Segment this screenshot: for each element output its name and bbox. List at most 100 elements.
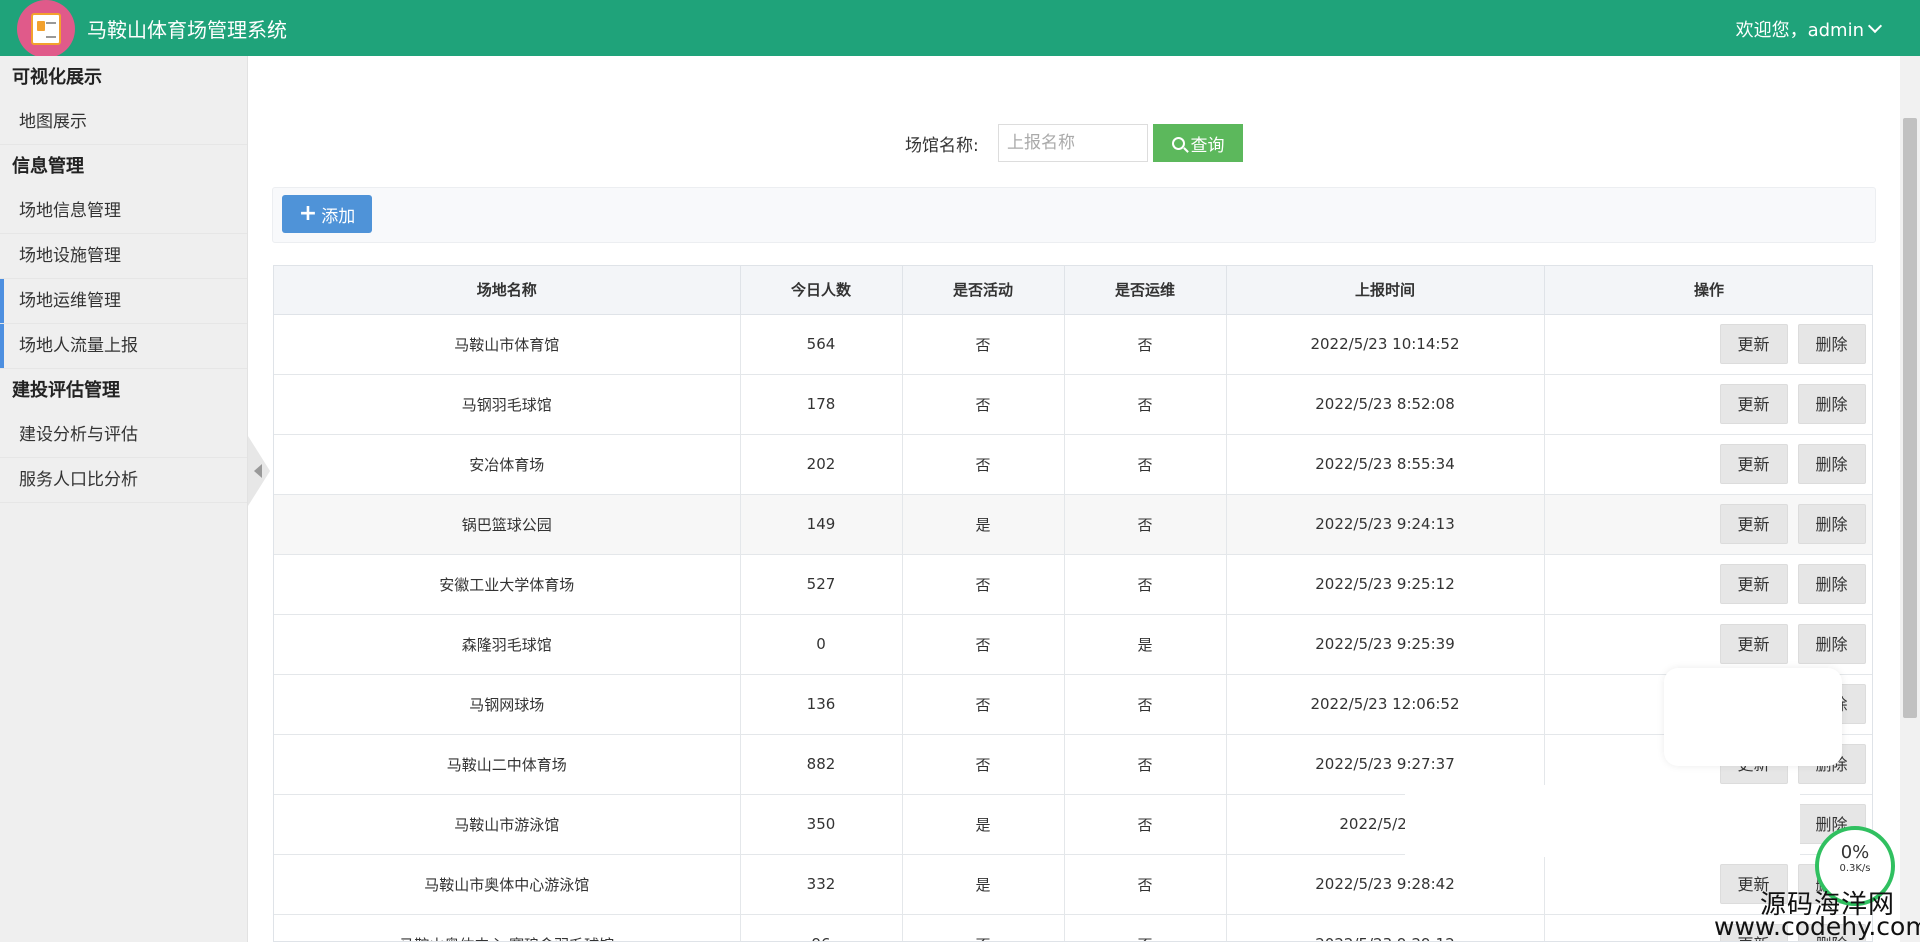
maintenance-cell: 否	[1064, 914, 1227, 941]
report-time-cell: 2022/5/23 8:55:34	[1226, 434, 1545, 495]
activity-cell: 否	[902, 674, 1065, 735]
table-row: 森隆羽毛球馆 0 否是 2022/5/23 9:25:39 更新 删除	[274, 614, 1872, 675]
maintenance-cell: 否	[1064, 314, 1227, 375]
maintenance-cell: 否	[1064, 494, 1227, 555]
delete-button[interactable]: 删除	[1797, 324, 1866, 364]
update-button[interactable]: 更新	[1719, 504, 1788, 544]
table-row: 马鞍山市奥体中心游泳馆332是否2022/5/23 9:28:42更新删除	[274, 854, 1872, 915]
delete-button[interactable]: 删除	[1797, 384, 1866, 424]
column-header[interactable]: 场地名称	[274, 266, 741, 315]
report-time-cell: 2022/5/23 9:24:13	[1226, 494, 1545, 555]
count-cell: 178	[740, 374, 903, 435]
column-header: 操作	[1544, 266, 1872, 315]
maintenance-cell: 否	[1064, 674, 1227, 735]
count-cell: 332	[740, 854, 903, 915]
maintenance-cell: 否	[1064, 554, 1227, 615]
sidebar-item-venue-traffic[interactable]: 场地人流量上报	[0, 324, 247, 369]
update-button[interactable]: 更新	[1719, 564, 1788, 604]
floating-card	[1664, 668, 1842, 766]
sidebar-group-visualization[interactable]: 可视化展示	[0, 56, 247, 100]
actions-cell: 更新删除	[1544, 434, 1872, 495]
search-input[interactable]	[998, 124, 1148, 162]
table-row: 安徽工业大学体育场 527 否否 2022/5/23 9:25:12 更新 删除	[274, 554, 1872, 615]
sidebar-item-construction-analysis[interactable]: 建设分析与评估	[0, 413, 247, 458]
sidebar-item-venue-facilities[interactable]: 场地设施管理	[0, 234, 247, 279]
report-time-cell: 2022/5/23 9:28:42	[1226, 854, 1545, 915]
sidebar: 可视化展示 地图展示 信息管理 场地信息管理 场地设施管理 场地运维管理 场地人…	[0, 56, 248, 942]
delete-button[interactable]: 删除	[1797, 444, 1866, 484]
venue-name-cell: 安徽工业大学体育场	[274, 554, 741, 615]
delete-button[interactable]: 删除	[1797, 624, 1866, 664]
clipboard-icon	[17, 0, 75, 58]
venue-name-cell: 马鞍山市体育馆	[274, 314, 741, 375]
column-header[interactable]: 是否运维	[1064, 266, 1227, 315]
report-time-cell: 2022/5/23 9:25:12	[1226, 554, 1545, 615]
scrollbar-thumb[interactable]	[1903, 118, 1917, 718]
sidebar-group-info[interactable]: 信息管理	[0, 145, 247, 189]
report-time-cell: 2022/5/23 9:29:12	[1226, 914, 1545, 941]
actions-cell: 更新删除	[1544, 554, 1872, 615]
count-cell: 96	[740, 914, 903, 941]
actions-cell: 更新删除	[1544, 494, 1872, 555]
column-header[interactable]: 上报时间	[1226, 266, 1545, 315]
overlay-block	[1405, 785, 1800, 857]
sidebar-item-venue-info[interactable]: 场地信息管理	[0, 189, 247, 234]
add-button[interactable]: + 添加	[282, 195, 372, 233]
activity-cell: 否	[902, 734, 1065, 795]
table-row: 马鞍山市体育馆 564 否否 2022/5/23 10:14:52 更新 删除	[274, 314, 1872, 375]
maintenance-cell: 否	[1064, 434, 1227, 495]
column-header[interactable]: 今日人数	[740, 266, 903, 315]
count-cell: 136	[740, 674, 903, 735]
watermark-en: www.codehy.com	[1714, 912, 1920, 941]
update-button[interactable]: 更新	[1719, 444, 1788, 484]
report-time-cell: 2022/5/23 9:25:39	[1226, 614, 1545, 675]
venue-name-cell: 锅巴篮球公园	[274, 494, 741, 555]
update-button[interactable]: 更新	[1719, 324, 1788, 364]
activity-cell: 是	[902, 854, 1065, 915]
venue-name-cell: 马鞍山市游泳馆	[274, 794, 741, 855]
report-time-cell: 2022/5/23 12:06:52	[1226, 674, 1545, 735]
table-row: 锅巴篮球公园 149 是否 2022/5/23 9:24:13 更新 删除	[274, 494, 1872, 555]
column-header[interactable]: 是否活动	[902, 266, 1065, 315]
maintenance-cell: 否	[1064, 794, 1227, 855]
search-label: 场馆名称:	[905, 136, 979, 156]
activity-cell: 是	[902, 794, 1065, 855]
plus-icon: +	[298, 201, 318, 226]
update-button[interactable]: 更新	[1719, 384, 1788, 424]
activity-cell: 否	[902, 314, 1065, 375]
welcome-text: 欢迎您，admin	[1735, 20, 1864, 41]
report-time-cell: 2022/5/23 8:52:08	[1226, 374, 1545, 435]
delete-button[interactable]: 删除	[1797, 504, 1866, 544]
count-cell: 0	[740, 614, 903, 675]
activity-cell: 否	[902, 614, 1065, 675]
count-cell: 149	[740, 494, 903, 555]
user-menu[interactable]: 欢迎您，admin	[1735, 16, 1883, 42]
venue-name-cell: 安冶体育场	[274, 434, 741, 495]
sidebar-item-population-ratio[interactable]: 服务人口比分析	[0, 458, 247, 503]
activity-cell: 否	[902, 434, 1065, 495]
table-row: 马钢羽毛球馆 178 否否 2022/5/23 8:52:08 更新 删除	[274, 374, 1872, 435]
search-button[interactable]: 查询	[1153, 124, 1243, 162]
venue-name-cell: 森隆羽毛球馆	[274, 614, 741, 675]
table-row: 马钢网球场136否否2022/5/23 12:06:52更新删除	[274, 674, 1872, 735]
app-title: 马鞍山体育场管理系统	[87, 17, 287, 42]
update-button[interactable]: 更新	[1719, 624, 1788, 664]
count-cell: 527	[740, 554, 903, 615]
table-row: 安冶体育场 202 否否 2022/5/23 8:55:34 更新 删除	[274, 434, 1872, 495]
activity-cell: 否	[902, 374, 1065, 435]
maintenance-cell: 否	[1064, 374, 1227, 435]
page-scrollbar[interactable]	[1900, 56, 1920, 942]
table-header-row: 场地名称 今日人数 是否活动 是否运维 上报时间 操作	[274, 266, 1872, 315]
search-button-label: 查询	[1190, 135, 1225, 156]
sidebar-item-venue-maintenance[interactable]: 场地运维管理	[0, 279, 247, 324]
maintenance-cell: 是	[1064, 614, 1227, 675]
network-percent: 0%	[1840, 842, 1870, 863]
activity-cell: 是	[902, 494, 1065, 555]
activity-cell: 否	[902, 554, 1065, 615]
toolbar: + 添加	[272, 187, 1876, 243]
collapse-left-icon[interactable]	[248, 436, 270, 506]
sidebar-item-map[interactable]: 地图展示	[0, 100, 247, 145]
sidebar-group-evaluation[interactable]: 建投评估管理	[0, 369, 247, 413]
delete-button[interactable]: 删除	[1797, 564, 1866, 604]
activity-cell: 否	[902, 914, 1065, 941]
